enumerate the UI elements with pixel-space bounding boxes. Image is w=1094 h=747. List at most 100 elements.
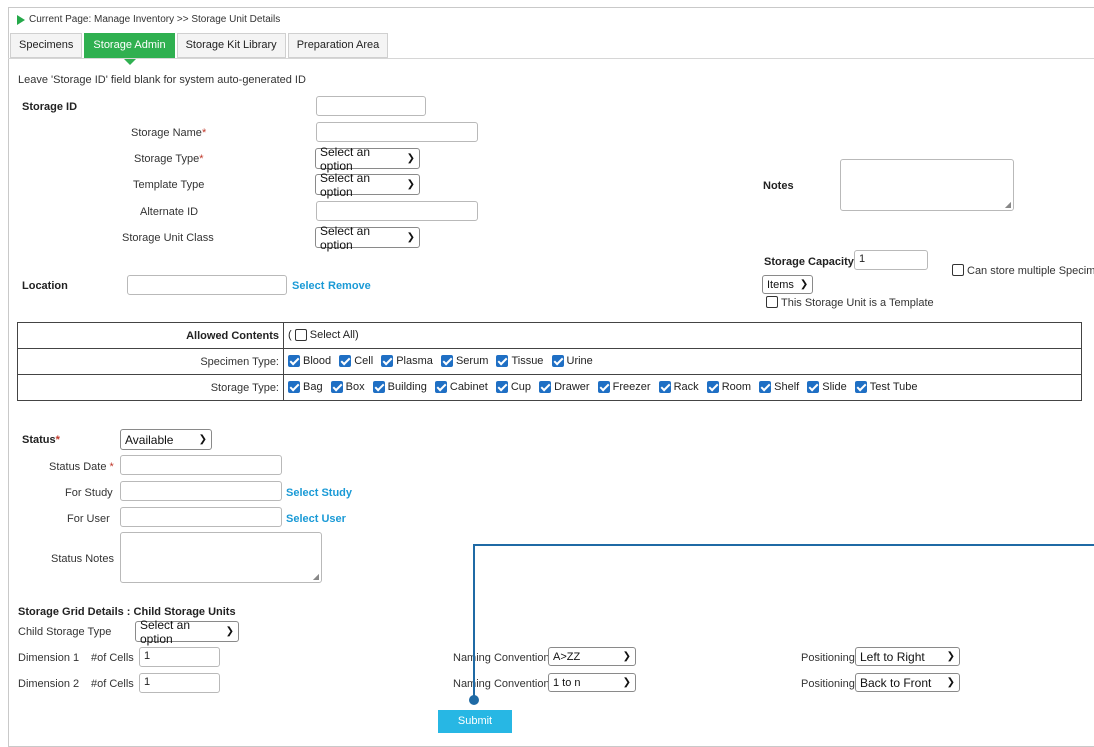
specimen-option-blood[interactable]: Blood [288, 354, 331, 367]
dimension-2-cells-input[interactable]: 1 [139, 673, 220, 693]
chevron-down-icon: ❯ [198, 434, 207, 445]
for-study-input[interactable] [120, 481, 282, 501]
breadcrumb-text: Current Page: Manage Inventory >> Storag… [29, 14, 281, 25]
multiple-specimen-row[interactable]: Can store multiple Specimen [952, 264, 1094, 277]
location-select-link[interactable]: Select [292, 280, 324, 292]
storage-id-input[interactable] [316, 96, 426, 116]
storage-option-building[interactable]: Building [372, 380, 427, 393]
storage-option-freezer[interactable]: Freezer [597, 380, 651, 393]
specimen-type-options: Blood Cell Plasma Serum Tissue Urine [283, 348, 1082, 375]
auto-id-hint: Leave 'Storage ID' field blank for syste… [18, 74, 306, 86]
play-icon [17, 14, 25, 25]
naming-convention-2-select[interactable]: 1 to n ❯ [548, 673, 636, 692]
tab-preparation-area[interactable]: Preparation Area [287, 33, 389, 58]
tab-storage-kit-library[interactable]: Storage Kit Library [176, 33, 286, 58]
alternate-id-input[interactable] [316, 201, 478, 221]
tab-bar: Specimens Storage Admin Storage Kit Libr… [10, 33, 390, 65]
template-checkbox[interactable] [766, 296, 778, 309]
submit-button[interactable]: Submit [438, 710, 512, 733]
specimen-option-urine[interactable]: Urine [551, 354, 593, 367]
checkbox-icon[interactable] [496, 354, 509, 367]
tab-storage-admin[interactable]: Storage Admin [84, 33, 175, 65]
storage-type-options: Bag Box Building Cabinet Cup Drawer Free… [283, 374, 1082, 401]
positioning-2-label: Positioning [801, 678, 855, 690]
storage-unit-class-label: Storage Unit Class [122, 232, 214, 244]
storage-capacity-input[interactable]: 1 [854, 250, 928, 270]
checkbox-icon[interactable] [330, 380, 343, 393]
status-date-label: Status Date * [49, 461, 114, 473]
capacity-unit-select[interactable]: Items ❯ [762, 275, 813, 294]
storage-type-label: Storage Type* [134, 153, 204, 165]
tab-specimens[interactable]: Specimens [10, 33, 83, 58]
checkbox-icon[interactable] [551, 354, 564, 367]
storage-unit-class-select[interactable]: Select an option ❯ [315, 224, 420, 252]
notes-label: Notes [763, 180, 794, 192]
checkbox-icon[interactable] [495, 380, 508, 393]
status-notes-textarea[interactable]: ◢ [120, 532, 322, 583]
multiple-specimen-checkbox[interactable] [952, 264, 964, 277]
checkbox-icon[interactable] [597, 380, 610, 393]
storage-option-cabinet[interactable]: Cabinet [434, 380, 488, 393]
template-type-select[interactable]: Select an option ❯ [315, 171, 420, 199]
storage-option-cup[interactable]: Cup [495, 380, 531, 393]
dimension-2-cells-label: #of Cells [91, 678, 134, 690]
checkbox-icon[interactable] [854, 380, 867, 393]
status-date-input[interactable] [120, 455, 282, 475]
status-select[interactable]: Available ❯ [120, 429, 212, 450]
storage-option-test-tube[interactable]: Test Tube [854, 380, 918, 393]
select-all-label: Select All) [309, 329, 359, 342]
location-input[interactable] [127, 275, 287, 295]
positioning-2-select[interactable]: Back to Front ❯ [855, 673, 960, 692]
naming-convention-2-label: Naming Convention [453, 678, 550, 690]
dimension-2-label: Dimension 2 [18, 678, 80, 690]
storage-name-input[interactable] [316, 122, 478, 142]
child-storage-type-select[interactable]: Select an option ❯ [135, 618, 239, 646]
for-user-input[interactable] [120, 507, 282, 527]
storage-name-label: Storage Name* [131, 127, 207, 139]
storage-option-drawer[interactable]: Drawer [539, 380, 590, 393]
select-all-cell: ( Select All) [283, 322, 1082, 349]
specimen-option-tissue[interactable]: Tissue [496, 354, 543, 367]
checkbox-icon[interactable] [339, 354, 352, 367]
checkbox-icon[interactable] [440, 354, 453, 367]
checkbox-icon[interactable] [434, 380, 447, 393]
positioning-1-select[interactable]: Left to Right ❯ [855, 647, 960, 666]
storage-capacity-label: Storage Capacity [764, 256, 854, 268]
allowed-contents-label: Allowed Contents [17, 322, 284, 349]
checkbox-icon[interactable] [381, 354, 394, 367]
storage-option-box[interactable]: Box [330, 380, 365, 393]
checkbox-icon[interactable] [288, 354, 300, 367]
checkbox-icon[interactable] [372, 380, 385, 393]
status-notes-label: Status Notes [51, 553, 114, 565]
storage-type-select[interactable]: Select an option ❯ [315, 145, 420, 173]
checkbox-icon[interactable] [706, 380, 719, 393]
notes-textarea[interactable]: ◢ [840, 159, 1014, 211]
location-remove-link[interactable]: Remove [328, 280, 371, 292]
alternate-id-label: Alternate ID [140, 206, 199, 218]
checkbox-icon[interactable] [807, 380, 820, 393]
naming-convention-1-select[interactable]: A>ZZ ❯ [548, 647, 636, 666]
storage-option-rack[interactable]: Rack [658, 380, 699, 393]
table-row: Allowed Contents ( Select All) [17, 322, 1082, 349]
table-row: Storage Type: Bag Box Building Cabinet C… [17, 374, 1082, 401]
specimen-option-serum[interactable]: Serum [440, 354, 488, 367]
dimension-1-cells-input[interactable]: 1 [139, 647, 220, 667]
select-all-checkbox[interactable] [294, 328, 307, 341]
specimen-option-plasma[interactable]: Plasma [381, 354, 433, 367]
chevron-down-icon: ❯ [406, 232, 415, 243]
checkbox-icon[interactable] [288, 380, 300, 393]
storage-option-shelf[interactable]: Shelf [759, 380, 799, 393]
select-study-link[interactable]: Select Study [286, 487, 352, 499]
storage-option-room[interactable]: Room [706, 380, 751, 393]
specimen-option-cell[interactable]: Cell [339, 354, 373, 367]
checkbox-icon[interactable] [539, 380, 552, 393]
select-user-link[interactable]: Select User [286, 513, 346, 525]
checkbox-icon[interactable] [658, 380, 671, 393]
storage-option-bag[interactable]: Bag [288, 380, 323, 393]
template-checkbox-row[interactable]: This Storage Unit is a Template [766, 296, 934, 309]
storage-option-slide[interactable]: Slide [807, 380, 847, 393]
checkbox-icon[interactable] [759, 380, 772, 393]
dimension-1-cells-label: #of Cells [91, 652, 134, 664]
resize-grip-icon: ◢ [312, 572, 319, 581]
child-storage-type-label: Child Storage Type [18, 626, 112, 638]
